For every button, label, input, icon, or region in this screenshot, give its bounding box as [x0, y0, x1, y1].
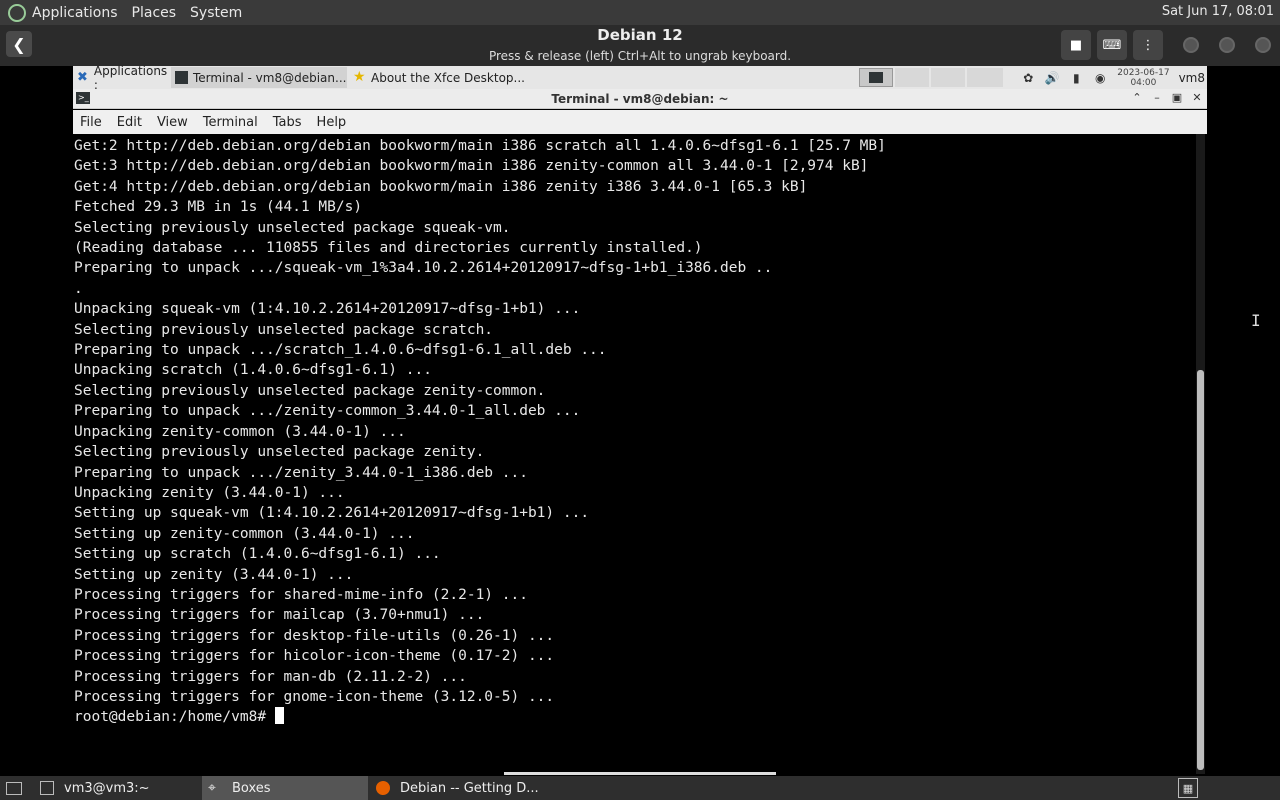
workspace-2[interactable]	[895, 68, 929, 87]
terminal-line: Processing triggers for mailcap (3.70+nm…	[74, 607, 485, 624]
terminal-line: Selecting previously unselected package …	[74, 321, 494, 338]
terminal-line: Get:2 http://deb.debian.org/debian bookw…	[74, 138, 886, 154]
keyboard-icon: ⌨	[1102, 37, 1122, 53]
menu-tabs[interactable]: Tabs	[266, 115, 310, 130]
menu-system[interactable]: System	[190, 5, 242, 21]
terminal-prompt-line[interactable]: root@debian:/home/vm8#	[74, 707, 886, 727]
workspace-icon: ▦	[1182, 781, 1194, 795]
workspace-3[interactable]	[931, 68, 965, 87]
window-maximize-button[interactable]	[1219, 37, 1235, 53]
terminal-titlebar[interactable]: >_ Terminal - vm8@debian: ~ ⌃ – ▣ ✕	[73, 89, 1207, 109]
terminal-line: Setting up zenity (3.44.0-1) ...	[74, 566, 354, 583]
terminal-line: Unpacking squeak-vm (1:4.10.2.2614+20120…	[74, 301, 581, 318]
terminal-line: (Reading database ... 110855 files and d…	[74, 240, 703, 257]
guest-user-menu[interactable]: vm8	[1179, 71, 1205, 85]
terminal-line: Processing triggers for shared-mime-info…	[74, 586, 528, 603]
guest-task-terminal[interactable]: Terminal - vm8@debian...	[171, 67, 347, 88]
taskbar-item-terminal[interactable]: vm3@vm3:~	[34, 776, 200, 800]
keyboard-button[interactable]: ⌨	[1097, 30, 1127, 60]
host-taskbar: vm3@vm3:~ ⌖ Boxes Debian -- Getting D...…	[0, 772, 1280, 800]
minimize-icon[interactable]: –	[1150, 91, 1164, 105]
terminal-line: Processing triggers for gnome-icon-theme…	[74, 688, 555, 705]
workspace-1[interactable]	[859, 68, 893, 87]
distro-logo-icon[interactable]	[8, 3, 26, 22]
terminal-line: Preparing to unpack .../zenity_3.44.0-1_…	[74, 464, 528, 481]
terminal-line: .	[74, 280, 83, 297]
boxes-icon: ⌖	[208, 780, 216, 796]
terminal-line: Preparing to unpack .../squeak-vm_1%3a4.…	[74, 260, 773, 277]
terminal-menubar: File Edit View Terminal Tabs Help	[73, 110, 1207, 134]
guest-task-about-xfce[interactable]: ★ About the Xfce Desktop...	[349, 67, 525, 88]
terminal-text: Get:2 http://deb.debian.org/debian bookw…	[74, 136, 886, 728]
xfce-icon: ✖	[77, 70, 88, 85]
terminal-line: Setting up squeak-vm (1:4.10.2.2614+2012…	[74, 505, 590, 522]
terminal-icon	[869, 72, 883, 83]
terminal-line: Setting up scratch (1.4.0.6~dfsg1-6.1) .…	[74, 546, 441, 563]
scrollbar-thumb[interactable]	[1197, 370, 1204, 770]
close-icon[interactable]: ✕	[1190, 91, 1204, 105]
terminal-line: Processing triggers for hicolor-icon-the…	[74, 648, 555, 665]
guest-top-panel: ✖ Applications : Terminal - vm8@debian..…	[73, 64, 1207, 92]
window-close-button[interactable]	[1255, 37, 1271, 53]
workspace-4[interactable]	[967, 68, 1003, 87]
taskbar-item-boxes[interactable]: ⌖ Boxes	[202, 776, 368, 800]
more-menu-button[interactable]: ⋮	[1133, 30, 1163, 60]
menu-edit[interactable]: Edit	[110, 115, 150, 130]
menu-help[interactable]: Help	[310, 115, 355, 130]
taskbar-item-firefox[interactable]: Debian -- Getting D...	[370, 776, 570, 800]
notification-bell-icon[interactable]: ◉	[1093, 71, 1107, 85]
guest-clock[interactable]: 2023-06-17 04:00	[1117, 68, 1169, 88]
kebab-menu-icon: ⋮	[1141, 37, 1155, 53]
star-icon: ★	[353, 69, 366, 85]
terminal-line: Preparing to unpack .../scratch_1.4.0.6~…	[74, 342, 607, 359]
text-cursor-pointer-icon: I	[1251, 311, 1261, 330]
progress-indicator	[504, 772, 776, 775]
window-minimize-button[interactable]	[1183, 37, 1199, 53]
maximize-icon[interactable]: ▣	[1170, 91, 1184, 105]
chevron-up-icon[interactable]: ⌃	[1130, 91, 1144, 105]
terminal-line: Processing triggers for desktop-file-uti…	[74, 627, 555, 644]
text-cursor	[274, 707, 284, 725]
firefox-icon	[376, 781, 390, 795]
menu-places[interactable]: Places	[132, 5, 177, 21]
menu-file[interactable]: File	[73, 115, 110, 130]
workspace-switcher[interactable]: ▦	[1178, 778, 1198, 798]
show-desktop-button[interactable]	[0, 776, 32, 800]
terminal-scrollbar[interactable]	[1196, 134, 1205, 774]
terminal-output-area[interactable]: Get:2 http://deb.debian.org/debian bookw…	[73, 134, 1207, 774]
terminal-line: Selecting previously unselected package …	[74, 444, 485, 461]
volume-icon[interactable]: 🔊	[1045, 71, 1060, 85]
desktop-icon	[6, 781, 22, 795]
terminal-title: Terminal - vm8@debian: ~	[551, 92, 729, 106]
terminal-line: Get:4 http://deb.debian.org/debian bookw…	[74, 178, 808, 195]
guest-system-tray: ✿ 🔊 ▮ ◉ 2023-06-17 04:00 vm8	[1016, 66, 1207, 89]
menu-terminal[interactable]: Terminal	[196, 115, 266, 130]
menu-applications[interactable]: Applications	[32, 5, 118, 21]
boxes-header-bar: ❮ Debian 12 Press & release (left) Ctrl+…	[0, 25, 1280, 66]
stop-button[interactable]: ■	[1061, 30, 1091, 60]
battery-icon[interactable]: ▮	[1069, 71, 1083, 85]
terminal-line: Unpacking zenity (3.44.0-1) ...	[74, 484, 345, 501]
terminal-line: Unpacking scratch (1.4.0.6~dfsg1-6.1) ..…	[74, 362, 432, 379]
network-icon[interactable]: ✿	[1021, 71, 1035, 85]
host-top-panel: Applications Places System Sat Jun 17, 0…	[0, 0, 1280, 25]
terminal-icon	[175, 71, 188, 84]
menu-view[interactable]: View	[150, 115, 196, 130]
terminal-line: Preparing to unpack .../zenity-common_3.…	[74, 403, 581, 420]
terminal-line: Selecting previously unselected package …	[74, 382, 546, 399]
terminal-lines: Get:2 http://deb.debian.org/debian bookw…	[74, 136, 886, 707]
terminal-line: Processing triggers for man-db (2.11.2-2…	[74, 668, 467, 685]
terminal-line: Get:3 http://deb.debian.org/debian bookw…	[74, 158, 869, 175]
terminal-prompt: root@debian:/home/vm8#	[74, 709, 275, 726]
guest-applications-menu[interactable]: ✖ Applications :	[73, 64, 168, 92]
terminal-line: Selecting previously unselected package …	[74, 219, 511, 236]
stop-icon: ■	[1069, 37, 1083, 53]
terminal-icon	[40, 781, 54, 795]
terminal-line: Fetched 29.3 MB in 1s (44.1 MB/s)	[74, 199, 363, 216]
terminal-line: Unpacking zenity-common (3.44.0-1) ...	[74, 423, 406, 440]
terminal-line: Setting up zenity-common (3.44.0-1) ...	[74, 525, 415, 542]
host-clock[interactable]: Sat Jun 17, 08:01	[1162, 4, 1274, 19]
